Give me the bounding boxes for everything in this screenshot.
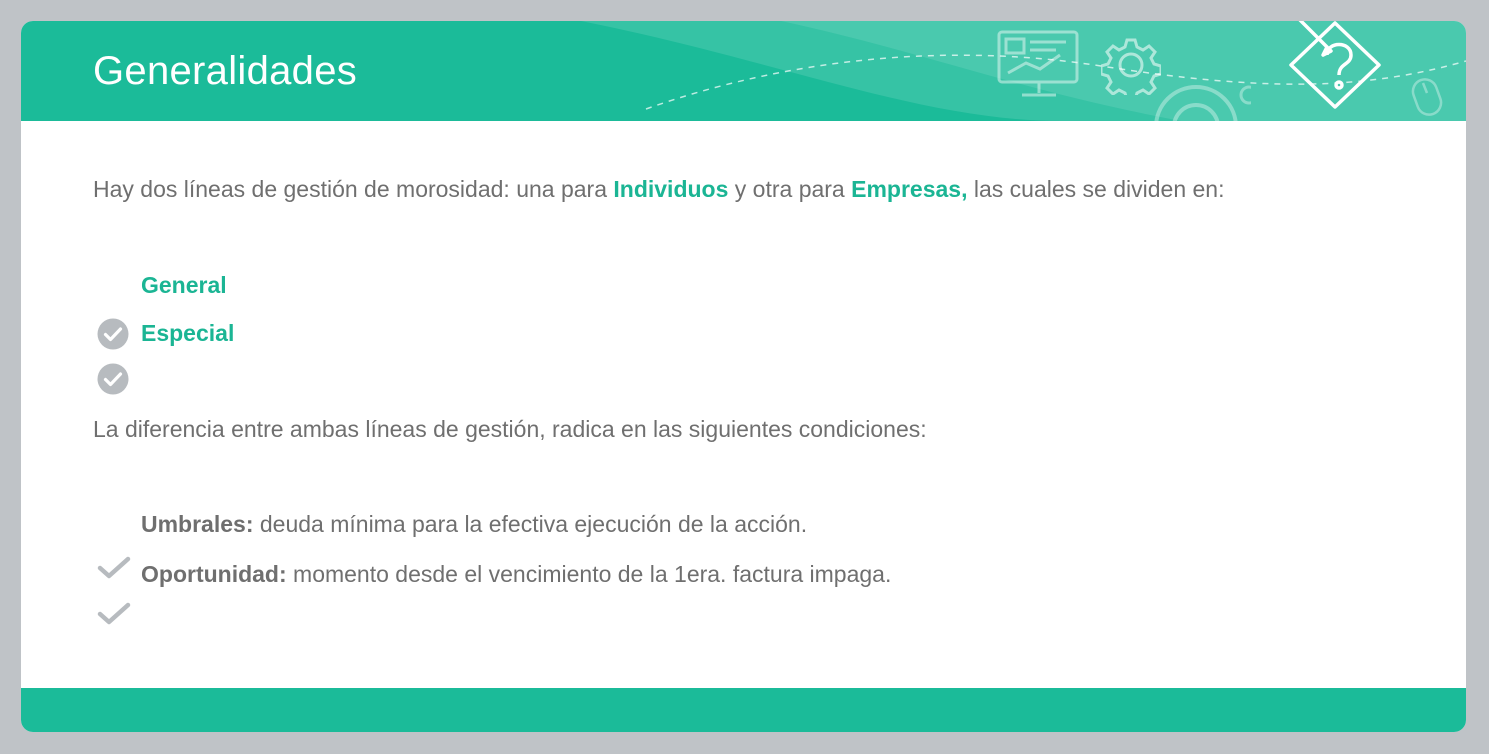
line-item-general: General [141,272,227,298]
intro-prefix: Hay dos líneas de gestión de morosidad: … [93,176,614,202]
check-circle-icon [97,318,129,350]
check-circle-icon [97,363,129,395]
condition-desc: momento desde el vencimiento de la 1era.… [286,561,892,587]
condition-term: Umbrales: [141,511,254,537]
pencil-question-icon [1289,21,1381,109]
condition-desc: deuda mínima para la efectiva ejecución … [253,511,808,537]
condition-umbrales: Umbrales: deuda mínima para la efectiva … [141,511,807,538]
intro-suffix: las cuales se dividen en: [967,176,1225,202]
intro-paragraph: Hay dos líneas de gestión de morosidad: … [93,176,1224,203]
mouse-icon [1411,78,1443,116]
condition-oportunidad: Oportunidad: momento desde el vencimient… [141,561,891,588]
slide-card: Generalidades Hay dos líneas de gestión … [21,21,1466,732]
footer-bar [21,688,1466,732]
page-title: Generalidades [93,49,358,93]
large-gear-icon [1154,85,1251,129]
term-individuos: Individuos [613,176,729,202]
check-mark-icon [97,556,131,579]
line-item-especial: Especial [141,320,235,346]
difference-paragraph: La diferencia entre ambas líneas de gest… [93,416,927,442]
check-mark-icon [97,602,131,625]
presentation-screen-icon [997,30,1079,97]
term-empresas: Empresas, [851,176,968,202]
intro-middle: y otra para [728,176,852,202]
condition-term: Oportunidad: [141,561,287,587]
header-banner: Generalidades [21,21,1466,129]
